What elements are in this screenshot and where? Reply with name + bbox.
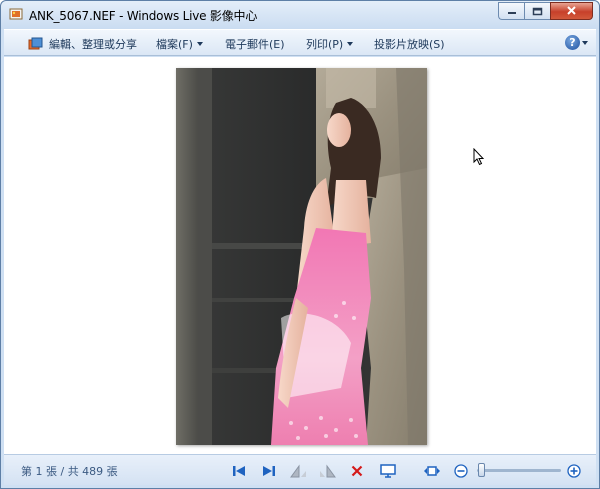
chevron-down-icon — [347, 42, 354, 46]
maximize-icon — [532, 7, 543, 15]
menu-slideshow[interactable]: 投影片放映(S) — [374, 36, 445, 52]
menu-label: 列印(P) — [306, 38, 344, 51]
zoom-slider-thumb[interactable] — [478, 463, 486, 477]
actual-size-icon — [424, 466, 440, 476]
close-button[interactable] — [550, 2, 593, 20]
zoom-in-button[interactable] — [565, 462, 583, 480]
photo-count: 第 1 張 / 共 489 張 — [21, 465, 118, 478]
menu-edit-organize-share[interactable]: 編輯、整理或分享 — [28, 36, 137, 52]
window-title: ANK_5067.NEF - Windows Live 影像中心 — [29, 9, 258, 23]
zoom-out-icon — [454, 464, 468, 478]
status-bar: 第 1 張 / 共 489 張 — [4, 454, 596, 485]
actual-size-button[interactable] — [423, 462, 441, 480]
zoom-in-icon — [567, 464, 581, 478]
help-button[interactable]: ? — [565, 35, 580, 50]
menu-label: 電子郵件(E) — [225, 38, 285, 51]
previous-icon — [233, 466, 245, 476]
minimize-icon — [507, 12, 516, 14]
caption-buttons — [498, 2, 593, 20]
app-window: ANK_5067.NEF - Windows Live 影像中心 編輯、整理或分… — [0, 0, 600, 489]
close-icon — [567, 6, 576, 15]
menu-print[interactable]: 列印(P) — [306, 36, 354, 52]
next-button[interactable] — [260, 462, 278, 480]
menu-email[interactable]: 電子郵件(E) — [225, 36, 285, 52]
photo-viewer — [4, 57, 596, 454]
photo-image — [176, 68, 427, 445]
maximize-button[interactable] — [524, 2, 550, 20]
rotate-left-icon — [290, 464, 306, 478]
menu-label: 投影片放映(S) — [374, 38, 445, 51]
photo-edit-icon — [28, 37, 43, 50]
rotate-right-button[interactable] — [318, 462, 336, 480]
photo[interactable] — [176, 68, 427, 445]
minimize-button[interactable] — [498, 2, 524, 20]
chevron-down-icon[interactable] — [582, 41, 588, 45]
photo-gallery-icon — [9, 8, 23, 20]
zoom-out-button[interactable] — [452, 462, 470, 480]
menu-bar: 編輯、整理或分享 檔案(F) 電子郵件(E) 列印(P) 投影片放映(S) ? — [4, 29, 596, 56]
zoom-slider-track[interactable] — [477, 469, 561, 472]
mouse-cursor-icon — [473, 148, 485, 166]
menu-file[interactable]: 檔案(F) — [156, 36, 203, 52]
chevron-down-icon — [196, 42, 203, 46]
delete-button[interactable] — [348, 462, 366, 480]
title-bar[interactable]: ANK_5067.NEF - Windows Live 影像中心 — [1, 1, 599, 29]
next-icon — [263, 466, 275, 476]
previous-button[interactable] — [230, 462, 248, 480]
slideshow-icon — [380, 464, 396, 478]
slideshow-button[interactable] — [379, 462, 397, 480]
help-icon: ? — [569, 36, 576, 49]
menu-label: 編輯、整理或分享 — [49, 38, 137, 51]
menu-label: 檔案(F) — [156, 38, 193, 51]
rotate-right-icon — [320, 464, 336, 478]
rotate-left-button[interactable] — [290, 462, 308, 480]
delete-icon — [351, 465, 363, 477]
